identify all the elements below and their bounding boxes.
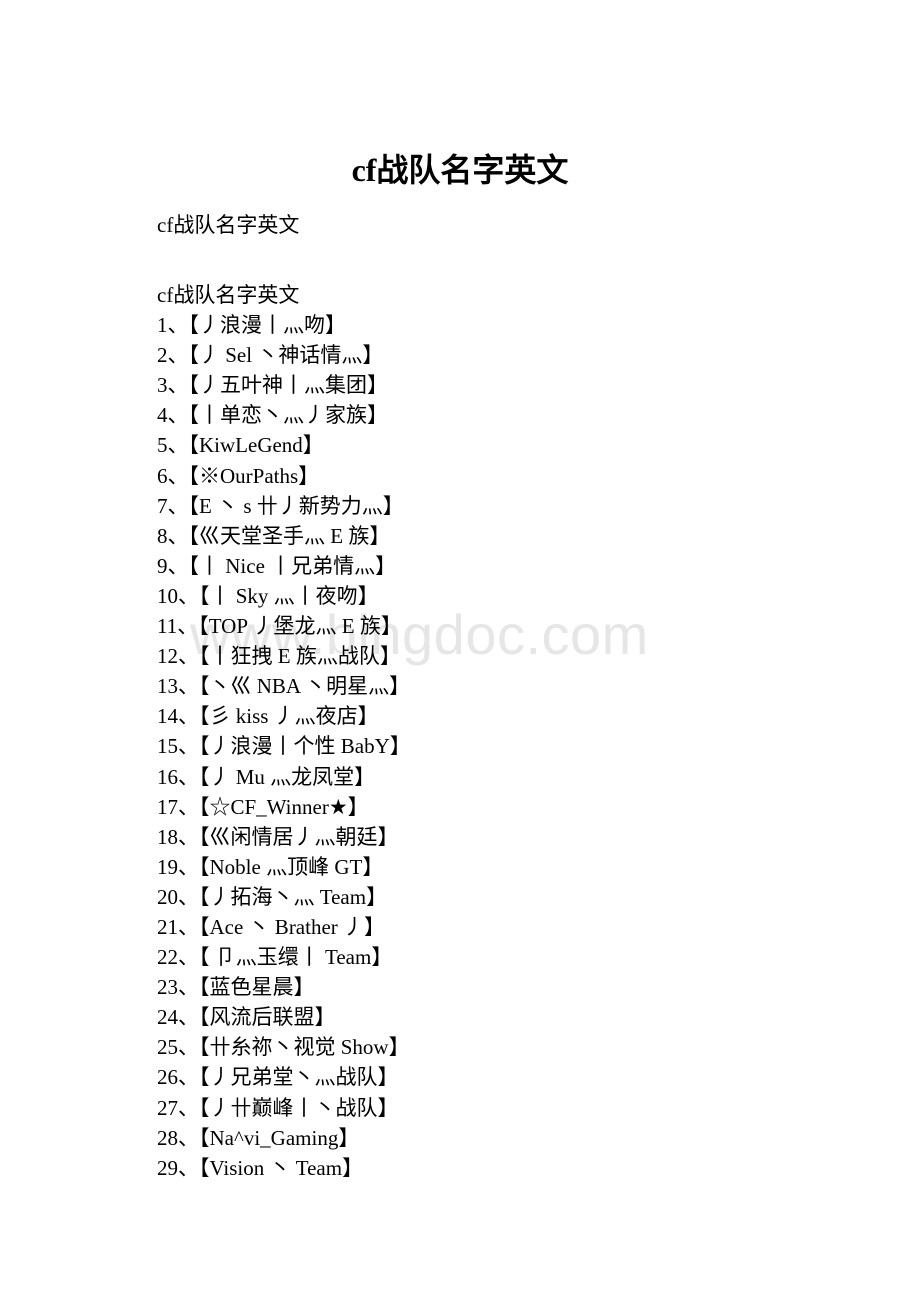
- list-heading: cf战队名字英文: [157, 283, 300, 307]
- list-item: 21、【Ace 丶 Brather 丿】: [157, 912, 411, 942]
- item-number: 27、: [157, 1095, 199, 1120]
- team-name: 【Vision 丶 Team】: [199, 1155, 364, 1180]
- list-item: 18、【巛闲情居丿灬朝廷】: [157, 822, 411, 852]
- list-item: 23、【蓝色星晨】: [157, 972, 411, 1002]
- item-number: 19、: [157, 854, 199, 879]
- list-item: 7、【E 丶 s 卄丿新势力灬】: [157, 491, 411, 521]
- team-name-list: 1、【丿浪漫丨灬吻】 2、【丿 Sel 丶神话情灬】 3、【丿五叶神丨灬集团】 4、【…: [157, 310, 411, 1183]
- list-item: 24、【风流后联盟】: [157, 1002, 411, 1032]
- team-name: 【丿浪漫丨个性 BabY】: [199, 734, 411, 759]
- team-name: 【风流后联盟】: [199, 1005, 336, 1030]
- team-name: 【 卩灬玉缳丨 Team】: [199, 945, 393, 970]
- team-name: 【丿浪漫丨灬吻】: [188, 313, 347, 338]
- team-name: 【丿兄弟堂丶灬战队】: [199, 1065, 399, 1090]
- list-item: 26、【丿兄弟堂丶灬战队】: [157, 1062, 411, 1092]
- item-number: 15、: [157, 734, 199, 759]
- item-number: 22、: [157, 945, 199, 970]
- item-number: 16、: [157, 764, 199, 789]
- page-title: cf战队名字英文: [351, 152, 569, 188]
- team-name: 【TOP 丿堡龙灬 E 族】: [198, 614, 402, 639]
- list-item: 19、【Noble 灬顶峰 GT】: [157, 852, 411, 882]
- team-name: 【丨 Sky 灬丨夜吻】: [199, 583, 379, 608]
- team-name: 【丨 Nice 丨兄弟情灬】: [188, 553, 397, 578]
- team-name: 【彡 kiss 丿灬夜店】: [199, 704, 379, 729]
- team-name: 【丨单恋丶灬丿家族】: [188, 403, 389, 428]
- team-name-section: cf战队名字英文 1、【丿浪漫丨灬吻】 2、【丿 Sel 丶神话情灬】 3、【丿五叶…: [157, 280, 411, 1183]
- item-number: 1、: [157, 313, 189, 338]
- item-number: 5、: [157, 433, 189, 458]
- list-item: 22、【 卩灬玉缳丨 Team】: [157, 942, 411, 972]
- team-name: 【☆CF_Winner★】: [199, 794, 369, 819]
- item-number: 13、: [157, 674, 199, 699]
- item-number: 8、: [157, 523, 189, 548]
- team-name: 【Na^vi_Gaming】: [199, 1125, 360, 1150]
- list-item: 28、【Na^vi_Gaming】: [157, 1123, 411, 1153]
- team-name: 【卄糸祢丶视觉 Show】: [199, 1035, 410, 1060]
- item-number: 25、: [157, 1035, 199, 1060]
- item-number: 28、: [157, 1125, 199, 1150]
- item-number: 7、: [157, 493, 189, 518]
- team-name: 【巛天堂圣手灬 E 族】: [188, 523, 391, 548]
- list-item: 13、【丶巛 NBA 丶明星灬】: [157, 671, 411, 701]
- item-number: 9、: [157, 553, 189, 578]
- item-number: 17、: [157, 794, 199, 819]
- list-item: 11、【TOP 丿堡龙灬 E 族】: [157, 611, 411, 641]
- list-item: 8、【巛天堂圣手灬 E 族】: [157, 521, 411, 551]
- team-name: 【丿拓海丶灬 Team】: [199, 884, 388, 909]
- list-item: 9、【丨 Nice 丨兄弟情灬】: [157, 551, 411, 581]
- document-page: www.bingdoc.com cf战队名字英文 cf战队名字英文 cf战队名字…: [0, 0, 920, 1302]
- item-number: 18、: [157, 824, 199, 849]
- team-name: 【丿五叶神丨灬集团】: [188, 373, 389, 398]
- item-number: 23、: [157, 975, 199, 1000]
- list-item: 3、【丿五叶神丨灬集团】: [157, 370, 411, 400]
- list-item: 5、【KiwLeGend】: [157, 430, 411, 460]
- team-name: 【Noble 灬顶峰 GT】: [199, 854, 384, 879]
- item-number: 24、: [157, 1005, 199, 1030]
- list-item: 20、【丿拓海丶灬 Team】: [157, 882, 411, 912]
- team-name: 【蓝色星晨】: [199, 975, 315, 1000]
- team-name: 【Ace 丶 Brather 丿】: [199, 914, 386, 939]
- list-item: 17、【☆CF_Winner★】: [157, 792, 411, 822]
- item-number: 21、: [157, 914, 199, 939]
- list-item: 25、【卄糸祢丶视觉 Show】: [157, 1032, 411, 1062]
- item-number: 10、: [157, 583, 199, 608]
- item-number: 11、: [157, 614, 199, 639]
- item-number: 6、: [157, 463, 189, 488]
- team-name: 【巛闲情居丿灬朝廷】: [199, 824, 399, 849]
- team-name: 【E 丶 s 卄丿新势力灬】: [188, 493, 404, 518]
- item-number: 26、: [157, 1065, 199, 1090]
- list-item: 12、【丨狂拽 E 族灬战队】: [157, 641, 411, 671]
- list-item: 15、【丿浪漫丨个性 BabY】: [157, 731, 411, 761]
- team-name: 【※OurPaths】: [188, 463, 320, 488]
- list-item: 1、【丿浪漫丨灬吻】: [157, 310, 411, 340]
- team-name: 【丿 Mu 灬龙凤堂】: [199, 764, 376, 789]
- item-number: 12、: [157, 644, 199, 669]
- document-subtitle: cf战队名字英文: [157, 213, 300, 237]
- list-item: 6、【※OurPaths】: [157, 461, 411, 491]
- list-item: 2、【丿 Sel 丶神话情灬】: [157, 340, 411, 370]
- team-name: 【丨狂拽 E 族灬战队】: [199, 644, 401, 669]
- item-number: 2、: [157, 343, 189, 368]
- list-item: 10、【丨 Sky 灬丨夜吻】: [157, 581, 411, 611]
- list-item: 4、【丨单恋丶灬丿家族】: [157, 400, 411, 430]
- team-name: 【丶巛 NBA 丶明星灬】: [199, 674, 411, 699]
- list-item: 14、【彡 kiss 丿灬夜店】: [157, 701, 411, 731]
- list-item: 27、【丿卄巅峰丨丶战队】: [157, 1093, 411, 1123]
- item-number: 3、: [157, 373, 189, 398]
- item-number: 4、: [157, 403, 189, 428]
- team-name: 【丿卄巅峰丨丶战队】: [199, 1095, 399, 1120]
- list-item: 16、【丿 Mu 灬龙凤堂】: [157, 762, 411, 792]
- item-number: 14、: [157, 704, 199, 729]
- list-item: 29、【Vision 丶 Team】: [157, 1153, 411, 1183]
- item-number: 20、: [157, 884, 199, 909]
- item-number: 29、: [157, 1155, 199, 1180]
- team-name: 【KiwLeGend】: [188, 433, 324, 458]
- team-name: 【丿 Sel 丶神话情灬】: [188, 343, 384, 368]
